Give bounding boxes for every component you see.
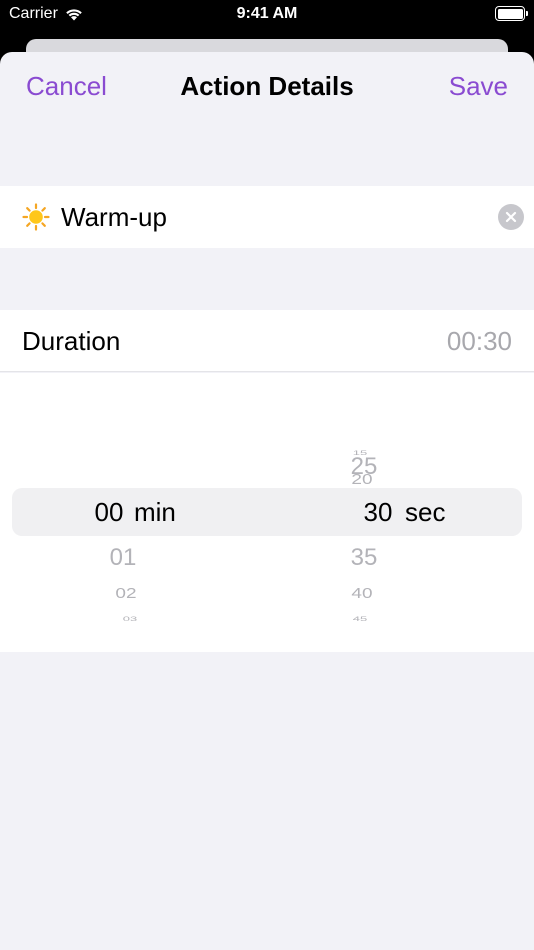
save-button[interactable]: Save: [449, 71, 508, 102]
minutes-option[interactable]: 02: [96, 585, 156, 603]
duration-label: Duration: [22, 326, 121, 356]
minutes-selected-value: 00: [94, 497, 124, 527]
duration-value: 00:30: [446, 326, 512, 356]
seconds-unit-label: sec: [405, 497, 446, 527]
seconds-option[interactable]: 45: [330, 615, 390, 623]
status-time: 9:41 AM: [236, 5, 298, 22]
sun-icon: [22, 203, 50, 231]
battery-icon: [495, 6, 528, 21]
minutes-option[interactable]: 01: [93, 544, 153, 572]
seconds-option[interactable]: 40: [332, 585, 392, 603]
seconds-selected-value: 30: [363, 497, 393, 527]
duration-row[interactable]: Duration 00:30: [0, 310, 534, 372]
navigation-bar: Cancel Action Details Save: [0, 52, 534, 122]
close-icon: [505, 211, 517, 223]
action-details-sheet: Cancel Action Details Save Warm-up Durat…: [0, 52, 534, 950]
seconds-option[interactable]: 25: [334, 453, 394, 481]
status-bar: Carrier 9:41 AM: [0, 0, 534, 30]
action-name-field[interactable]: Warm-up: [0, 186, 534, 248]
minutes-option[interactable]: 03: [100, 615, 160, 623]
duration-picker[interactable]: 00 min 01 02 03 15 20 25 30 sec 35 40 45: [0, 373, 534, 652]
action-name-text: Warm-up: [61, 202, 167, 232]
clear-text-button[interactable]: [498, 204, 524, 230]
minutes-unit-label: min: [134, 497, 176, 527]
seconds-option[interactable]: 35: [334, 544, 394, 572]
